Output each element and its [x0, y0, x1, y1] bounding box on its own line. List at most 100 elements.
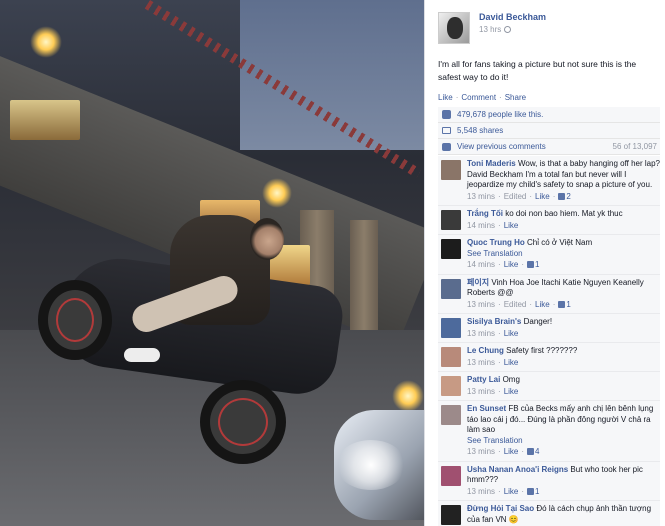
- commenter-name[interactable]: Sisilya Brain's: [467, 317, 521, 326]
- commenter-avatar[interactable]: [441, 347, 461, 367]
- comment-edited[interactable]: Edited: [504, 300, 527, 311]
- commenter-avatar[interactable]: [441, 376, 461, 396]
- commenter-avatar[interactable]: [441, 239, 461, 259]
- comment-time[interactable]: 13 mins: [467, 387, 495, 398]
- comment-like-link[interactable]: Like: [504, 260, 519, 271]
- comment-meta: 13 mins · Like: [467, 329, 660, 340]
- photo-street-lamp: [392, 380, 424, 412]
- comment-like-link[interactable]: Like: [504, 221, 519, 232]
- comment-like-link[interactable]: Like: [535, 300, 550, 311]
- photo-scooter-rear-wheel: [200, 380, 286, 464]
- see-translation-link[interactable]: See Translation: [467, 436, 660, 447]
- comment-time[interactable]: 13 mins: [467, 487, 495, 498]
- comment-icon: [442, 142, 451, 151]
- comment-body: Sisilya Brain's Danger! 13 mins · Like: [467, 317, 660, 339]
- commenter-name[interactable]: Patty Lai: [467, 375, 500, 384]
- comment-text: Vinh Hoa Joe Itachi Katie Nguyen Keanell…: [467, 277, 644, 298]
- comment-list: Toni Maderis Wow, is that a baby hanging…: [438, 156, 660, 526]
- comment-like-number[interactable]: 1: [535, 487, 539, 496]
- comment-text: Danger!: [523, 317, 553, 326]
- comment-like-count[interactable]: 1: [558, 300, 571, 311]
- comment-like-number[interactable]: 1: [566, 300, 570, 309]
- comment-like-link[interactable]: Like: [504, 447, 519, 458]
- author-name[interactable]: David Beckham: [479, 12, 546, 22]
- commenter-avatar[interactable]: [441, 318, 461, 338]
- author-avatar[interactable]: [438, 12, 470, 44]
- photo-street-lamp: [262, 178, 292, 208]
- comment-like-link[interactable]: Like: [504, 358, 519, 369]
- comment-count: 56 of 13,097: [612, 142, 657, 151]
- comment-like-number[interactable]: 2: [566, 192, 570, 201]
- see-translation-link[interactable]: See Translation: [467, 249, 660, 260]
- commenter-avatar[interactable]: [441, 465, 461, 486]
- view-previous-link[interactable]: View previous comments: [457, 142, 546, 151]
- comment-time[interactable]: 13 mins: [467, 329, 495, 340]
- post-timestamp[interactable]: 13 hrs: [479, 25, 546, 34]
- comment-like-link[interactable]: Like: [504, 387, 519, 398]
- separator: ·: [455, 93, 459, 102]
- commenter-name[interactable]: Usha Nanan Anoa'i Reigns: [467, 465, 568, 474]
- comment-edited[interactable]: Edited: [504, 192, 527, 203]
- separator: ·: [498, 386, 501, 396]
- commenter-name[interactable]: Le Chung: [467, 346, 504, 355]
- photo-shop-light: [10, 100, 80, 140]
- commenter-avatar[interactable]: [441, 405, 461, 425]
- comment-item: En Sunset FB của Becks mấy anh chị lên b…: [438, 401, 660, 462]
- comment-item: Patty Lai Omg 13 mins · Like: [438, 372, 660, 401]
- thumbs-up-icon: [527, 261, 535, 268]
- post-sidebar: David Beckham 13 hrs I'm all for fans ta…: [424, 0, 665, 526]
- comment-like-number[interactable]: 1: [535, 260, 539, 269]
- comment-link[interactable]: Comment: [461, 93, 496, 102]
- post-time-text[interactable]: 13 hrs: [479, 25, 501, 34]
- shares-count[interactable]: 5,548 shares: [457, 126, 503, 135]
- comment-time[interactable]: 13 mins: [467, 192, 495, 203]
- commenter-name[interactable]: En Sunset: [467, 404, 506, 413]
- post-actions: Like · Comment · Share: [438, 93, 526, 102]
- like-link[interactable]: Like: [438, 93, 453, 102]
- likes-row[interactable]: 479,678 people like this.: [438, 107, 660, 123]
- view-previous-comments[interactable]: View previous comments 56 of 13,097: [438, 139, 660, 155]
- comment-like-count[interactable]: 4: [527, 447, 540, 458]
- separator: ·: [552, 299, 556, 309]
- shares-row[interactable]: 5,548 shares: [438, 123, 660, 139]
- thumbs-up-icon: [527, 487, 535, 495]
- comment-meta: 13 mins · Like · 1: [467, 487, 660, 498]
- comment-time[interactable]: 13 mins: [467, 300, 495, 311]
- commenter-name[interactable]: Toni Maderis: [467, 159, 516, 168]
- commenter-avatar[interactable]: [441, 210, 461, 230]
- comment-like-link[interactable]: Like: [504, 487, 519, 498]
- comment-content: En Sunset FB của Becks mấy anh chị lên b…: [467, 404, 660, 436]
- commenter-name[interactable]: Đừng Hỏi Tại Sao: [467, 504, 534, 513]
- comment-time[interactable]: 13 mins: [467, 358, 495, 369]
- share-link[interactable]: Share: [505, 93, 526, 102]
- photo-headlight-glow: [336, 440, 406, 490]
- commenter-name[interactable]: Trắng Tối: [467, 209, 503, 218]
- comment-content: 페이지 Vinh Hoa Joe Itachi Katie Nguyen Kea…: [467, 278, 660, 299]
- commenter-name[interactable]: 페이지: [467, 278, 489, 287]
- comment-time[interactable]: 14 mins: [467, 221, 495, 232]
- comment-item: Toni Maderis Wow, is that a baby hanging…: [438, 156, 660, 206]
- comment-item: Đừng Hỏi Tại Sao Đó là cách chụp ảnh thầ…: [438, 501, 660, 526]
- post-photo[interactable]: [0, 0, 424, 526]
- comment-meta: 13 mins · Like · 4: [467, 447, 660, 458]
- comment-like-count[interactable]: 1: [527, 487, 540, 498]
- commenter-name[interactable]: Quoc Trung Ho: [467, 238, 525, 247]
- separator: ·: [552, 191, 556, 201]
- comment-time[interactable]: 14 mins: [467, 260, 495, 271]
- separator: ·: [498, 220, 501, 230]
- commenter-avatar[interactable]: [441, 278, 461, 299]
- commenter-avatar[interactable]: [441, 505, 461, 525]
- thumbs-up-icon: [527, 448, 535, 455]
- comment-like-number[interactable]: 4: [535, 447, 539, 456]
- comment-like-link[interactable]: Like: [535, 192, 550, 203]
- likes-count[interactable]: 479,678 people like this.: [457, 110, 543, 119]
- comment-meta: 13 mins · Like: [467, 387, 660, 398]
- comment-like-count[interactable]: 1: [527, 260, 540, 271]
- comment-like-count[interactable]: 2: [558, 192, 571, 203]
- comment-like-link[interactable]: Like: [504, 329, 519, 340]
- separator: ·: [498, 299, 501, 309]
- comment-body: Usha Nanan Anoa'i Reigns But who took he…: [467, 465, 660, 498]
- comment-time[interactable]: 13 mins: [467, 447, 495, 458]
- thumbs-up-icon: [558, 300, 566, 308]
- commenter-avatar[interactable]: [441, 160, 461, 180]
